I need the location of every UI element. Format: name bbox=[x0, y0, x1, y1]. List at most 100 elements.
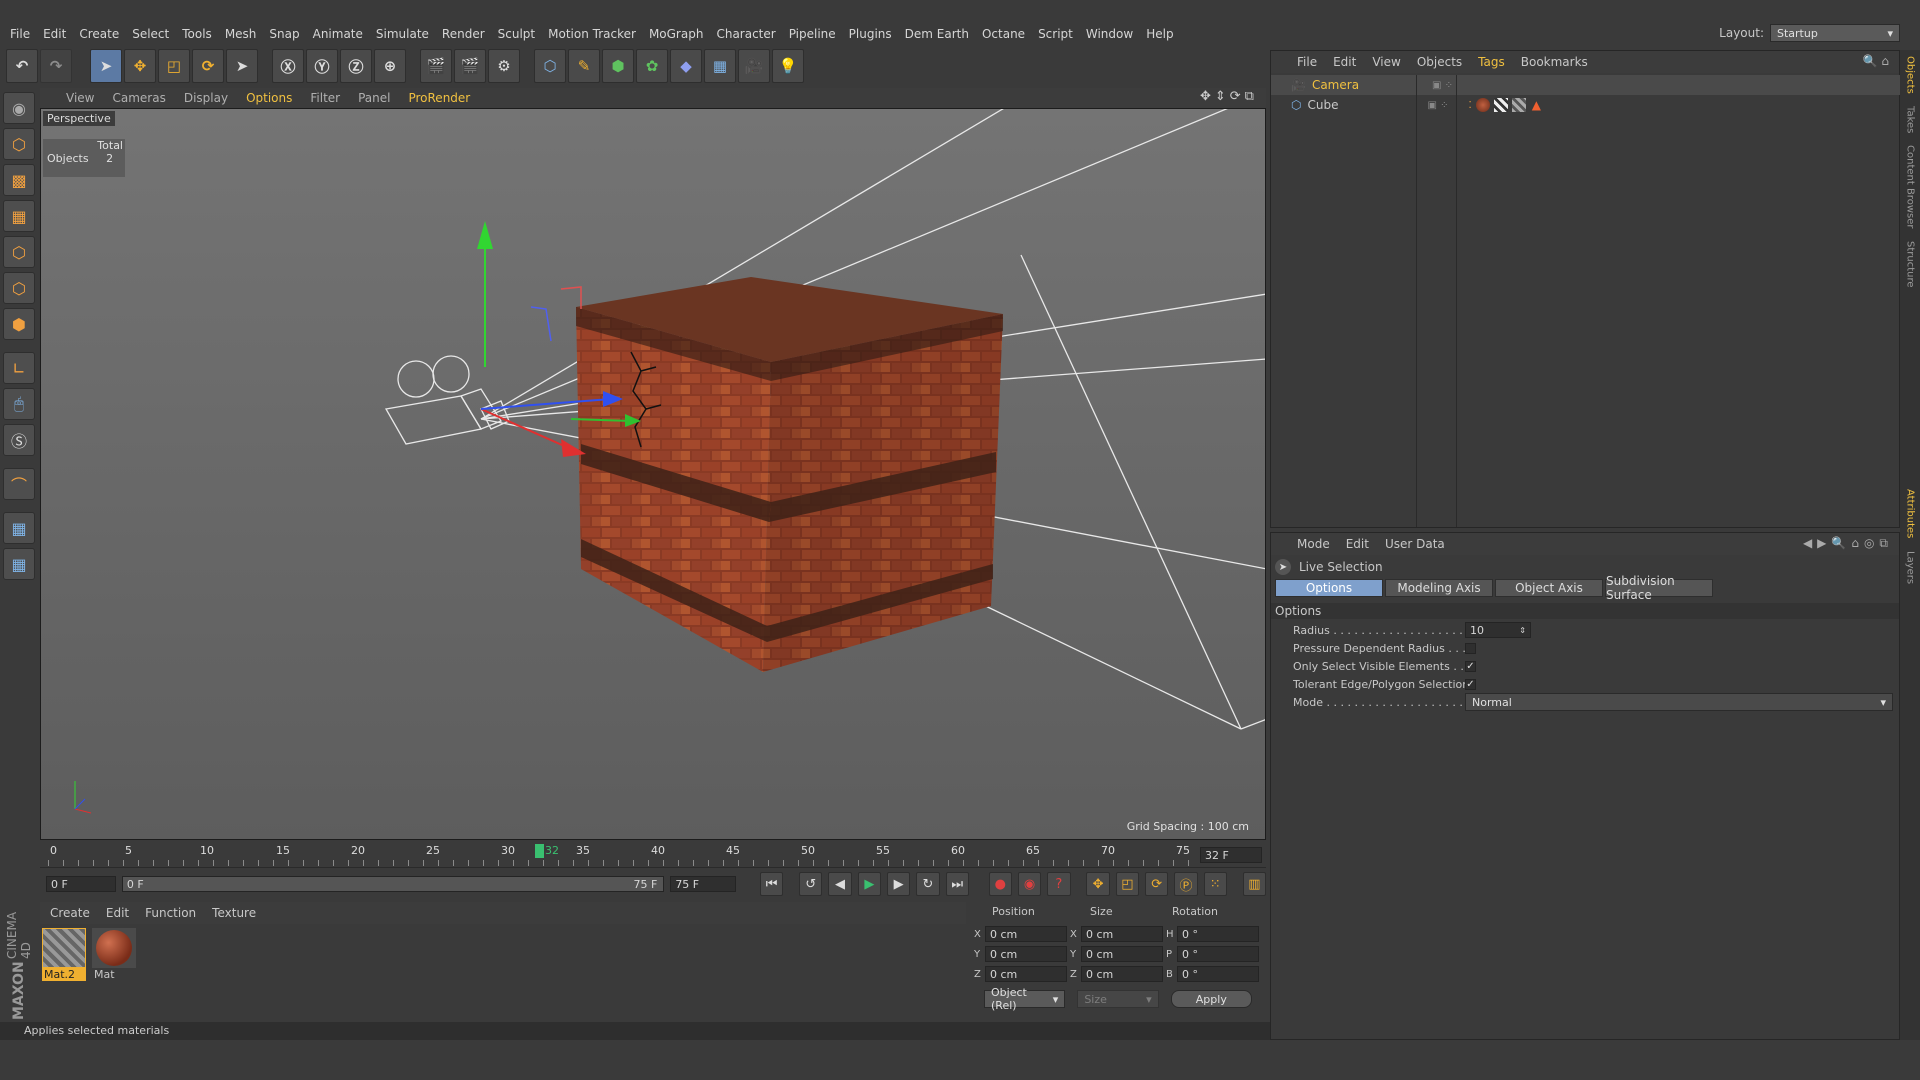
size-x-field[interactable]: 0 cm bbox=[1081, 926, 1163, 942]
vp-menu-prorender[interactable]: ProRender bbox=[408, 91, 470, 105]
coords-size-dropdown[interactable]: Size ▾ bbox=[1077, 990, 1159, 1008]
material-item-mat2[interactable]: Mat.2 bbox=[42, 928, 86, 981]
om-menu-edit[interactable]: Edit bbox=[1333, 55, 1356, 69]
am-menu-user-data[interactable]: User Data bbox=[1385, 537, 1445, 551]
vp-menu-filter[interactable]: Filter bbox=[310, 91, 340, 105]
om-menu-view[interactable]: View bbox=[1372, 55, 1400, 69]
tab-object-axis[interactable]: Object Axis bbox=[1495, 579, 1603, 597]
x-axis-icon[interactable]: Ⓧ bbox=[272, 49, 304, 83]
size-z-field[interactable]: 0 cm bbox=[1081, 966, 1163, 982]
am-nav-icons[interactable]: ◀▶🔍⌂◎⧉ bbox=[1803, 536, 1893, 551]
polygons-mode-icon[interactable]: ⬢ bbox=[3, 308, 35, 340]
menu-edit[interactable]: Edit bbox=[43, 27, 66, 41]
position-x-field[interactable]: 0 cm bbox=[985, 926, 1067, 942]
cube-icon[interactable]: ⬡ bbox=[534, 49, 566, 83]
mat-menu-edit[interactable]: Edit bbox=[106, 906, 129, 920]
range-slider[interactable]: 0 F 75 F bbox=[121, 876, 665, 892]
om-menu-file[interactable]: File bbox=[1297, 55, 1317, 69]
am-menu-mode[interactable]: Mode bbox=[1297, 537, 1330, 551]
recent-tool-icon[interactable]: ➤ bbox=[226, 49, 258, 83]
side-tab-attributes[interactable]: Attributes bbox=[1905, 489, 1916, 538]
key-scale-icon[interactable]: ◰ bbox=[1115, 872, 1139, 896]
menu-snap[interactable]: Snap bbox=[269, 27, 299, 41]
om-menu-bookmarks[interactable]: Bookmarks bbox=[1521, 55, 1588, 69]
edges-mode-icon[interactable]: ⬡ bbox=[3, 272, 35, 304]
object-row-camera[interactable]: 🎥 Camera ▣ ⁘ bbox=[1271, 75, 1901, 95]
end-frame-field[interactable]: 75 F bbox=[670, 876, 737, 892]
mat-menu-create[interactable]: Create bbox=[50, 906, 90, 920]
side-tab-takes[interactable]: Takes bbox=[1905, 106, 1916, 133]
viewport-nav-icons[interactable]: ✥⇕⟳⧉ bbox=[1200, 89, 1258, 104]
menu-dem-earth[interactable]: Dem Earth bbox=[905, 27, 969, 41]
om-menu-tags[interactable]: Tags bbox=[1478, 55, 1505, 69]
prev-frame-icon[interactable]: ◀ bbox=[828, 872, 852, 896]
current-frame-field[interactable]: 32 F bbox=[1200, 847, 1262, 863]
menu-file[interactable]: File bbox=[10, 27, 30, 41]
goto-start-icon[interactable]: ⏮ bbox=[759, 872, 784, 896]
vp-menu-display[interactable]: Display bbox=[184, 91, 228, 105]
position-y-field[interactable]: 0 cm bbox=[985, 946, 1067, 962]
om-search-icon[interactable]: 🔍⌂ bbox=[1862, 54, 1893, 68]
key-position-icon[interactable]: ✥ bbox=[1086, 872, 1110, 896]
key-pla-icon[interactable]: ⁙ bbox=[1203, 872, 1227, 896]
tweak-mode-icon[interactable]: 🖱 bbox=[3, 388, 35, 420]
pressure-radius-checkbox[interactable] bbox=[1465, 642, 1476, 654]
tab-subdivision-surface[interactable]: Subdivision Surface bbox=[1605, 574, 1713, 602]
menu-pipeline[interactable]: Pipeline bbox=[789, 27, 836, 41]
live-selection-icon[interactable]: ➤ bbox=[90, 49, 122, 83]
phong-tag-icon[interactable]: ▲ bbox=[1532, 98, 1541, 112]
mat-menu-texture[interactable]: Texture bbox=[212, 906, 256, 920]
model-mode-icon[interactable]: ⬡ bbox=[3, 128, 35, 160]
tab-modeling-axis[interactable]: Modeling Axis bbox=[1385, 579, 1493, 597]
light-icon[interactable]: 💡 bbox=[772, 49, 804, 83]
rotation-p-field[interactable]: 0 ° bbox=[1177, 946, 1259, 962]
undo-icon[interactable]: ↶ bbox=[6, 49, 38, 83]
am-menu-edit[interactable]: Edit bbox=[1346, 537, 1369, 551]
pen-icon[interactable]: ✎ bbox=[568, 49, 600, 83]
goto-end-icon[interactable]: ⏭ bbox=[945, 872, 969, 896]
menu-window[interactable]: Window bbox=[1086, 27, 1133, 41]
record-keys-icon[interactable]: ● bbox=[988, 872, 1012, 896]
deformer-icon[interactable]: ◆ bbox=[670, 49, 702, 83]
menu-character[interactable]: Character bbox=[716, 27, 775, 41]
axis-mode-icon[interactable]: ∟ bbox=[3, 352, 35, 384]
decal-tag-icon[interactable] bbox=[1511, 98, 1526, 112]
key-param-icon[interactable]: Ⓟ bbox=[1174, 872, 1198, 896]
start-frame-field[interactable]: 0 F bbox=[46, 876, 116, 892]
coords-mode-dropdown[interactable]: Object (Rel) ▾ bbox=[984, 986, 1066, 1012]
menu-plugins[interactable]: Plugins bbox=[849, 27, 892, 41]
camera-object[interactable] bbox=[384, 355, 510, 445]
side-tab-layers[interactable]: Layers bbox=[1905, 551, 1916, 584]
render-settings-icon[interactable]: ⚙ bbox=[488, 49, 520, 83]
visibility-toggle-icon[interactable]: ▣ ⁘ bbox=[1432, 80, 1453, 91]
play-icon[interactable]: ▶ bbox=[857, 872, 881, 896]
scale-icon[interactable]: ◰ bbox=[158, 49, 190, 83]
apply-button[interactable]: Apply bbox=[1170, 990, 1252, 1008]
enable-snap-icon[interactable]: ⌒ bbox=[3, 468, 35, 500]
texture-mode-icon[interactable]: ▩ bbox=[3, 164, 35, 196]
mode-dropdown[interactable]: Normal ▾ bbox=[1465, 693, 1893, 711]
move-icon[interactable]: ✥ bbox=[124, 49, 156, 83]
viewport[interactable]: Perspective Total Objects 2 Grid Spacing… bbox=[40, 108, 1266, 840]
brick-cube[interactable] bbox=[576, 277, 1003, 672]
vp-menu-view[interactable]: View bbox=[66, 91, 94, 105]
rotation-b-field[interactable]: 0 ° bbox=[1177, 966, 1259, 982]
timeline-window-icon[interactable]: ▥ bbox=[1242, 872, 1267, 896]
material-tag-icon[interactable] bbox=[1475, 98, 1490, 112]
points-mode-icon[interactable]: ⬡ bbox=[3, 236, 35, 268]
render-picture-viewer-icon[interactable]: 🎬 bbox=[454, 49, 486, 83]
subdivision-icon[interactable]: ⬢ bbox=[602, 49, 634, 83]
redo-icon[interactable]: ↷ bbox=[40, 49, 72, 83]
visibility-toggle-icon[interactable]: ▣ ⁘ bbox=[1427, 100, 1448, 111]
menu-render[interactable]: Render bbox=[442, 27, 485, 41]
autokey-icon[interactable]: ◉ bbox=[1017, 872, 1042, 896]
mat-menu-function[interactable]: Function bbox=[145, 906, 196, 920]
texture-tag-icon[interactable] bbox=[1493, 98, 1508, 112]
menu-motion-tracker[interactable]: Motion Tracker bbox=[548, 27, 636, 41]
camera-icon[interactable]: 🎥 bbox=[738, 49, 770, 83]
key-rotation-icon[interactable]: ⟳ bbox=[1145, 872, 1169, 896]
size-y-field[interactable]: 0 cm bbox=[1081, 946, 1163, 962]
vp-menu-cameras[interactable]: Cameras bbox=[112, 91, 165, 105]
only-visible-checkbox[interactable]: ✓ bbox=[1465, 660, 1476, 672]
array-icon[interactable]: ✿ bbox=[636, 49, 668, 83]
